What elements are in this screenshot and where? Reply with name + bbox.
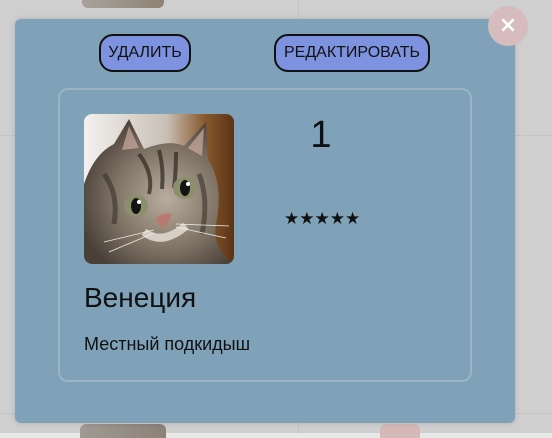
close-button[interactable]: × — [488, 6, 528, 46]
delete-button[interactable]: УДАЛИТЬ — [99, 34, 191, 72]
cat-name: Венеция — [84, 282, 197, 313]
cat-photo — [84, 114, 234, 264]
cat-count: 1 — [310, 114, 332, 156]
edit-button[interactable]: РЕДАКТИРОВАТЬ — [274, 34, 430, 72]
rating-stars: ★★★★★ — [284, 209, 361, 229]
cat-description: Местный подкидыш — [84, 334, 251, 354]
background-photo — [82, 0, 164, 8]
cat-photo-image — [84, 114, 234, 264]
close-icon: × — [498, 13, 518, 38]
background-photo — [380, 424, 420, 438]
background-photo — [80, 424, 166, 438]
